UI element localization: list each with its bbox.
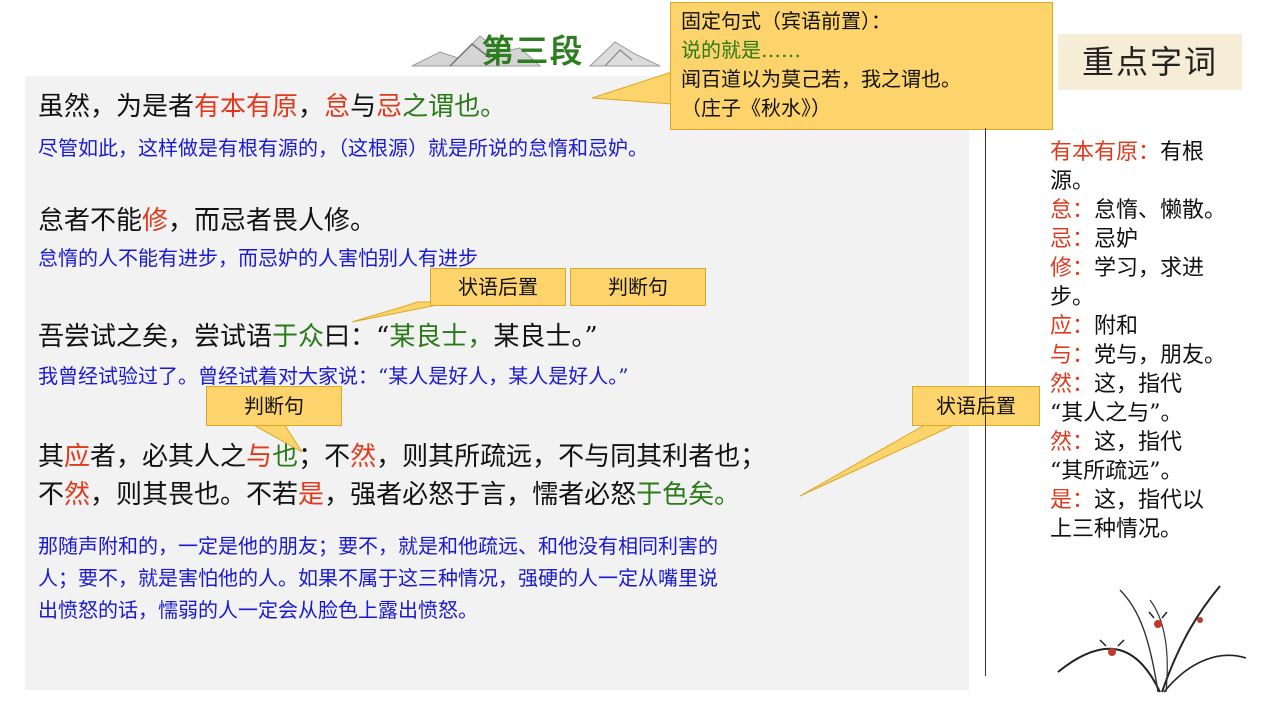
tag-judgment-1: 判断句	[570, 268, 706, 306]
note-item: 是：这，指代以	[1050, 488, 1205, 513]
original-line-2: 怠者不能修，而忌者畏人修。	[38, 206, 377, 236]
section-heading: 第三段	[410, 22, 665, 74]
note-item: 有本有原：有根	[1050, 140, 1205, 165]
orchid-ink-decoration-icon	[1057, 585, 1247, 693]
translation-line-1: 尽管如此，这样做是有根有源的，（这根源）就是所说的怠惰和忌妒。	[38, 136, 648, 160]
original-line-1: 虽然，为是者有本有原，怠与忌之谓也。	[38, 92, 507, 122]
note-item-cont: 上三种情况。	[1050, 517, 1183, 542]
original-line-4a: 其应者，必其人之与也；不然，则其所疏远，不与同其利者也；	[38, 442, 767, 472]
callout-line-4: （庄子《秋水》）	[681, 96, 831, 120]
note-item-cont: “其所疏远”。	[1050, 459, 1183, 484]
note-item: 然：这，指代	[1050, 430, 1183, 455]
translation-line-3: 我曾经试验过了。曾经试着对大家说：“某人是好人，某人是好人。”	[38, 364, 629, 388]
callout-fixed-pattern: 固定句式（宾语前置）： 说的就是…… 闻百道以为莫己若，我之谓也。 （庄子《秋水…	[670, 2, 1053, 130]
note-item: 怠：怠惰、懒散。	[1050, 198, 1227, 223]
tag-adverbial-postposition-1: 状语后置	[430, 268, 566, 306]
translation-line-2: 怠惰的人不能有进步，而忌妒的人害怕别人有进步	[38, 246, 478, 270]
translation-line-4a: 那随声附和的，一定是他的朋友；要不，就是和他疏远、和他没有相同利害的	[38, 534, 718, 558]
note-item: 修：学习，求进	[1050, 256, 1205, 281]
note-item-cont: 源。	[1050, 169, 1095, 194]
key-words-list: 有本有原：有根 源。 怠：怠惰、懒散。 忌：忌妒 修：学习，求进 步。 应：附和…	[1050, 138, 1270, 544]
note-item: 然：这，指代	[1050, 372, 1183, 397]
callout-line-2: 说的就是……	[681, 38, 801, 62]
note-item: 与：党与，朋友。	[1050, 343, 1227, 368]
translation-line-4c: 出愤怒的话，懦弱的人一定会从脸色上露出愤怒。	[38, 598, 478, 622]
original-line-4b: 不然，则其畏也。不若是，强者必怒于言，懦者必怒于色矣。	[38, 480, 741, 510]
section-title: 第三段	[482, 32, 585, 70]
tag-adverbial-postposition-2: 状语后置	[912, 386, 1040, 426]
note-item: 应：附和	[1050, 314, 1139, 339]
key-words-title: 重点字词	[1058, 34, 1242, 90]
translation-line-4b: 人；要不，就是害怕他的人。如果不属于这三种情况，强硬的人一定从嘴里说	[38, 566, 718, 590]
callout-line-3: 闻百道以为莫己若，我之谓也。	[681, 67, 961, 91]
note-item: 忌：忌妒	[1050, 227, 1139, 252]
tag-judgment-2: 判断句	[206, 386, 342, 426]
callout-line-1: 固定句式（宾语前置）：	[681, 9, 891, 33]
note-item-cont: 步。	[1050, 285, 1095, 310]
divider-line	[985, 128, 986, 676]
original-line-3: 吾尝试之矣，尝试语于众曰：“某良士，某良士。”	[38, 322, 598, 352]
note-item-cont: “其人之与”。	[1050, 401, 1183, 426]
